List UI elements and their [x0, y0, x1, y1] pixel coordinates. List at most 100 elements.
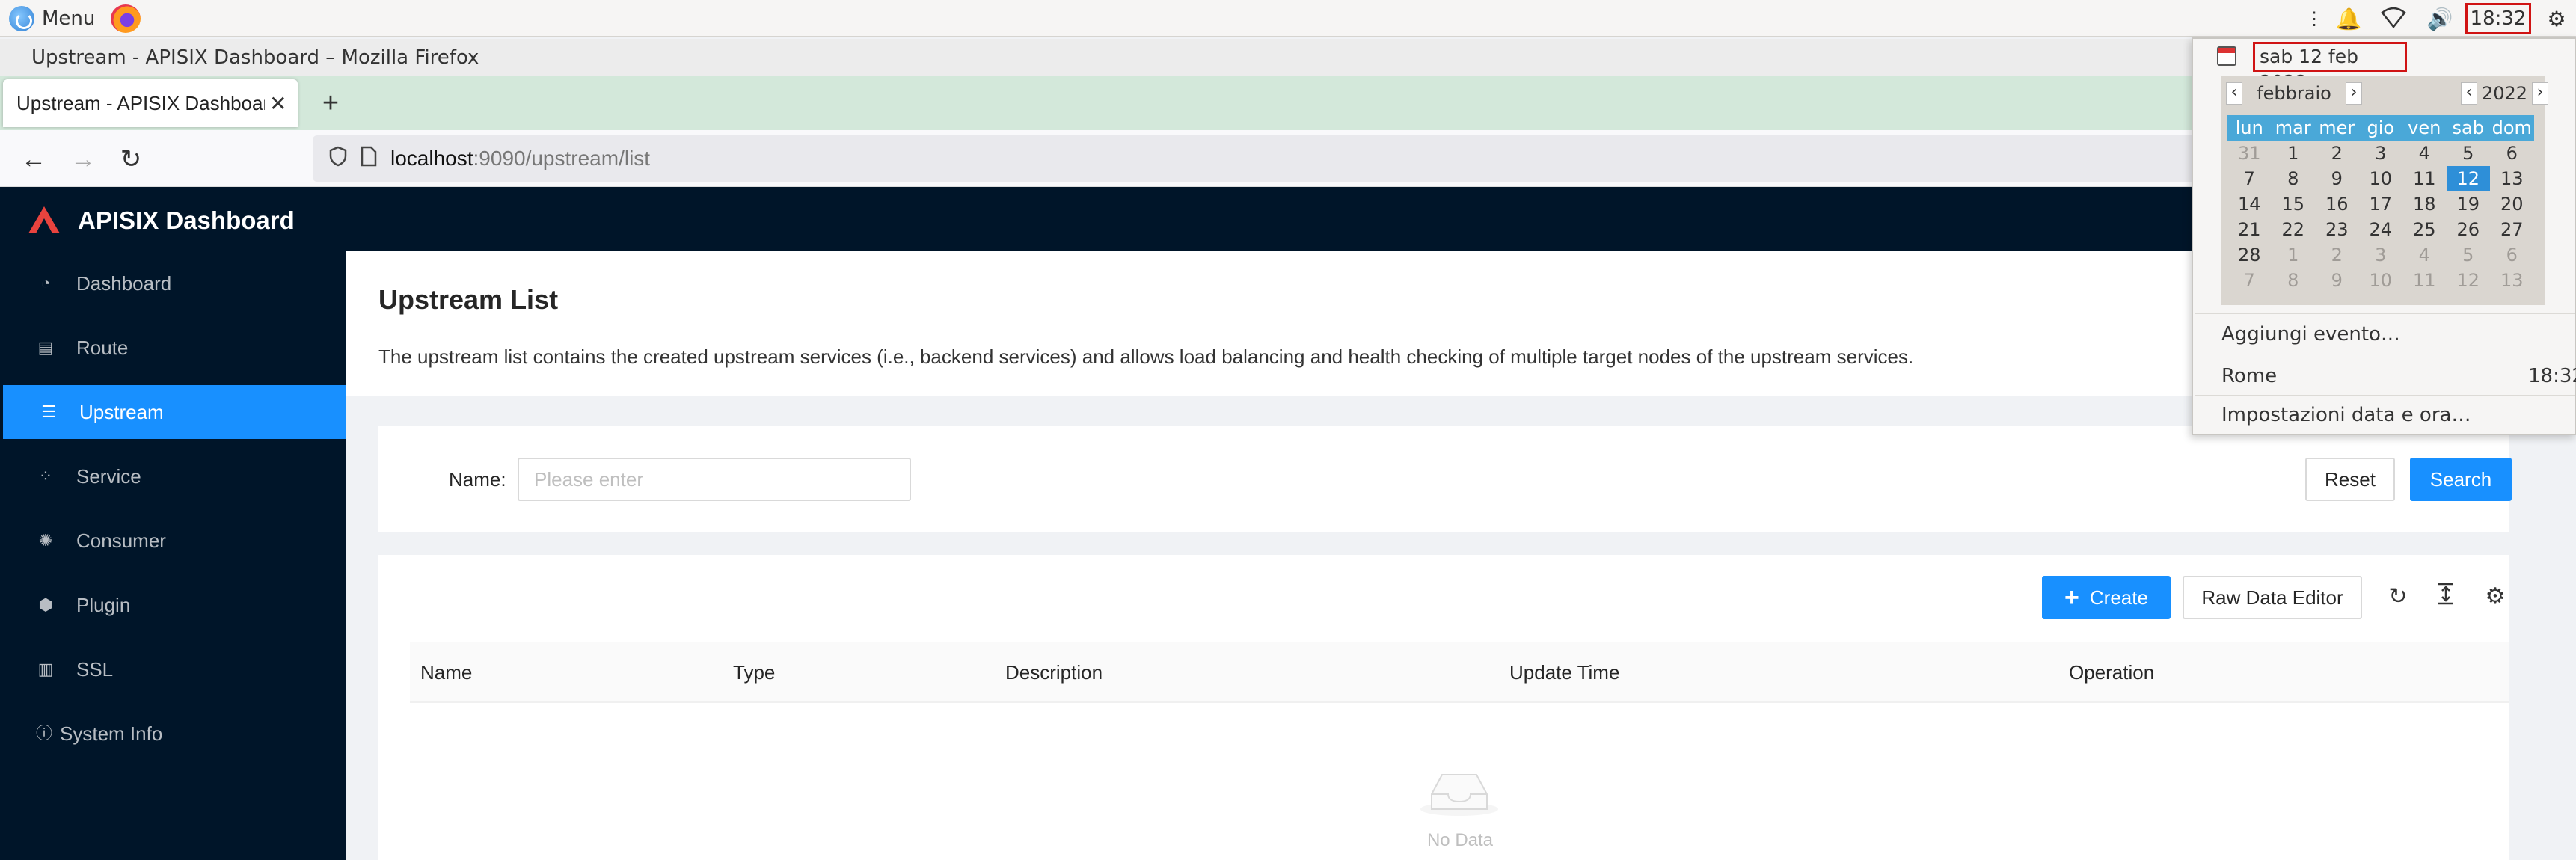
calendar-day[interactable]: 13 [2490, 268, 2534, 293]
sidebar-item-upstream[interactable]: ☰ Upstream [3, 385, 346, 439]
calendar-day[interactable]: 25 [2402, 217, 2447, 242]
calendar-day[interactable]: 22 [2272, 217, 2316, 242]
consumer-icon: ✺ [38, 531, 53, 550]
sidebar-item-system-info[interactable]: ⓘ System Info [0, 707, 346, 761]
date-time-settings-menu-item[interactable]: Impostazioni data e ora… [2221, 404, 2471, 426]
calendar-day[interactable]: 1 [2272, 242, 2316, 268]
page-icon[interactable] [361, 146, 377, 172]
back-button[interactable]: ← [16, 142, 51, 176]
sidebar-item-plugin[interactable]: ⬢ Plugin [0, 578, 346, 632]
mint-logo-icon [9, 6, 34, 31]
calendar-day[interactable]: 9 [2315, 268, 2359, 293]
next-year-icon[interactable]: › [2532, 82, 2549, 105]
calendar-day[interactable]: 1 [2272, 141, 2316, 166]
shield-icon[interactable] [329, 146, 347, 172]
column-height-icon[interactable] [2431, 582, 2461, 612]
forward-button[interactable]: → [66, 142, 100, 176]
calendar-day[interactable]: 2 [2315, 141, 2359, 166]
close-icon[interactable]: ✕ [269, 91, 286, 116]
calendar-day[interactable]: 18 [2402, 191, 2447, 217]
sidebar-item-consumer[interactable]: ✺ Consumer [0, 514, 346, 568]
calendar-day[interactable]: 11 [2402, 166, 2447, 191]
calendar-date-label: sab 12 feb 2022 [2253, 42, 2407, 93]
firefox-launcher-icon[interactable] [111, 4, 141, 33]
timezone-time: 18:32 [2528, 365, 2576, 387]
sidebar-item-dashboard[interactable]: ◔ Dashboard [0, 257, 346, 310]
calendar-day[interactable]: 8 [2272, 166, 2316, 191]
calendar-day[interactable]: 8 [2272, 268, 2316, 293]
next-month-icon[interactable]: › [2346, 82, 2362, 105]
calendar-day-selected[interactable]: 12 [2446, 166, 2490, 191]
calendar-grid: lun mar mer gio ven sab dom 31 1 2 3 4 5 6 7 8 9 10 11 12 13… [2227, 115, 2545, 293]
calendar-day[interactable]: 17 [2359, 191, 2403, 217]
column-header-name[interactable]: Name [420, 661, 472, 684]
search-button[interactable]: Search [2410, 458, 2512, 501]
weekday-header: mer [2315, 115, 2359, 141]
calendar-day[interactable]: 21 [2227, 217, 2272, 242]
calendar-day[interactable]: 27 [2490, 217, 2534, 242]
calendar-day[interactable]: 6 [2490, 242, 2534, 268]
window-title: Upstream - APISIX Dashboard – Mozilla Fi… [0, 39, 2576, 76]
calendar-day[interactable]: 19 [2447, 191, 2491, 217]
month-navigator: ‹ febbraio › [2226, 81, 2362, 106]
weekday-header: lun [2227, 115, 2272, 141]
volume-icon[interactable]: 🔊 [2426, 6, 2453, 33]
calendar-day[interactable]: 28 [2227, 242, 2272, 268]
calendar-day[interactable]: 20 [2490, 191, 2534, 217]
calendar-day[interactable]: 7 [2227, 166, 2272, 191]
calendar-day[interactable]: 26 [2447, 217, 2491, 242]
sidebar-item-route[interactable]: ▤ Route [0, 321, 346, 375]
calendar-day[interactable]: 11 [2402, 268, 2447, 293]
calendar-day[interactable]: 3 [2359, 141, 2403, 166]
prev-year-icon[interactable]: ‹ [2461, 82, 2477, 105]
column-header-operation[interactable]: Operation [2069, 661, 2154, 684]
calendar-day[interactable]: 6 [2490, 141, 2534, 166]
wifi-icon[interactable] [2380, 6, 2407, 33]
calendar-day[interactable]: 13 [2490, 166, 2534, 191]
url-bar[interactable]: localhost:9090/upstream/list [313, 135, 2227, 182]
calendar-day[interactable]: 16 [2315, 191, 2359, 217]
add-event-menu-item[interactable]: Aggiungi evento… [2221, 323, 2400, 345]
calendar-day[interactable]: 2 [2315, 242, 2359, 268]
create-button[interactable]: + Create [2042, 576, 2171, 619]
browser-tab-active[interactable]: Upstream - APISIX Dashboard ✕ [3, 79, 298, 127]
calendar-day[interactable]: 23 [2315, 217, 2359, 242]
start-menu-button[interactable]: Menu [9, 4, 95, 34]
calendar-day[interactable]: 3 [2359, 242, 2403, 268]
sidebar-item-label: Consumer [76, 529, 166, 552]
calendar-day[interactable]: 10 [2359, 166, 2403, 191]
calendar-day[interactable]: 15 [2272, 191, 2316, 217]
sidebar-item-service[interactable]: ⁘ Service [0, 449, 346, 503]
calendar-day[interactable]: 4 [2402, 242, 2447, 268]
calendar-day[interactable]: 12 [2447, 268, 2491, 293]
calendar-day[interactable]: 14 [2227, 191, 2272, 217]
column-header-update-time[interactable]: Update Time [1509, 661, 1619, 684]
raw-data-editor-button[interactable]: Raw Data Editor [2183, 576, 2362, 619]
calendar-day[interactable]: 7 [2227, 268, 2272, 293]
gear-icon[interactable]: ⚙ [2543, 6, 2570, 33]
calendar-day[interactable]: 5 [2447, 141, 2491, 166]
calendar-day[interactable]: 4 [2402, 141, 2447, 166]
calendar-day[interactable]: 9 [2315, 166, 2359, 191]
column-header-description[interactable]: Description [1005, 661, 1103, 684]
sidebar-item-ssl[interactable]: ▥ SSL [0, 642, 346, 696]
reload-icon[interactable]: ↻ [2383, 582, 2413, 612]
new-tab-button[interactable]: + [314, 87, 347, 120]
reset-button[interactable]: Reset [2305, 458, 2395, 501]
calendar-day[interactable]: 5 [2447, 242, 2491, 268]
name-search-input[interactable] [518, 458, 911, 501]
prev-month-icon[interactable]: ‹ [2226, 82, 2242, 105]
panel-clock[interactable]: 18:32 [2465, 3, 2531, 34]
sidebar-item-label: Route [76, 336, 129, 359]
calendar-day[interactable]: 10 [2359, 268, 2403, 293]
sidebar-item-label: Plugin [76, 593, 131, 616]
column-header-type[interactable]: Type [733, 661, 775, 684]
sidebar-item-label: SSL [76, 657, 114, 681]
menu-separator [2195, 313, 2575, 314]
settings-icon[interactable]: ⚙ [2480, 582, 2510, 612]
calendar-day[interactable]: 31 [2227, 141, 2272, 166]
notifications-icon[interactable]: 🔔 [2335, 6, 2362, 33]
table-header-row [410, 642, 2509, 703]
reload-button[interactable]: ↻ [114, 142, 148, 176]
calendar-day[interactable]: 24 [2359, 217, 2403, 242]
